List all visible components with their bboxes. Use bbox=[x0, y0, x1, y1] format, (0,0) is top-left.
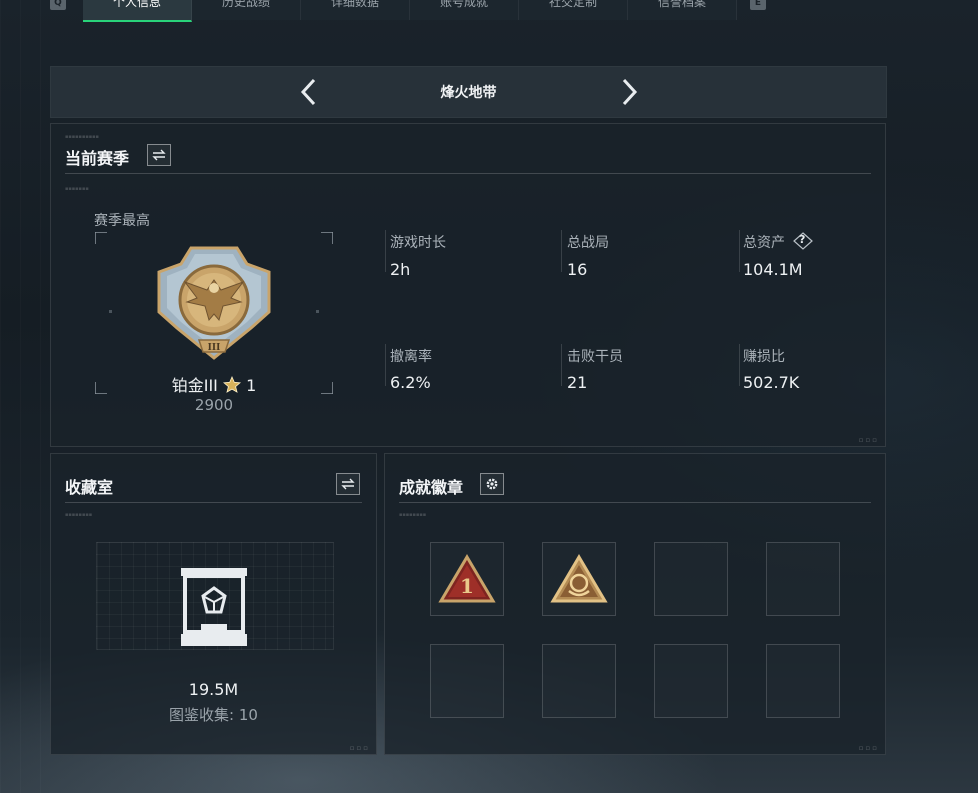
badge-slot-empty[interactable] bbox=[430, 644, 504, 718]
season-best-label: 赛季最高 bbox=[94, 213, 150, 229]
swap-icon bbox=[341, 478, 355, 490]
stat-playtime-label: 游戏时长 bbox=[390, 235, 446, 251]
svg-text:1: 1 bbox=[460, 574, 474, 598]
stat-divider bbox=[385, 230, 386, 272]
catalog-label: 图鉴收集: bbox=[169, 706, 235, 724]
stat-profit-label: 赚损比 bbox=[743, 349, 785, 365]
deco-text: ▪▪▪▪▪▪▪▪ bbox=[65, 512, 93, 518]
stat-divider bbox=[561, 230, 562, 272]
badge-slot-empty[interactable] bbox=[654, 542, 728, 616]
achievements-title: 成就徽章 bbox=[399, 478, 464, 497]
stat-profit-value: 502.7K bbox=[743, 373, 800, 392]
corner-deco: ▫▫▫ bbox=[858, 436, 879, 444]
collection-switch-button[interactable] bbox=[336, 473, 360, 495]
badge-slot-empty[interactable] bbox=[766, 542, 840, 616]
stat-divider bbox=[385, 344, 386, 386]
season-title: 当前赛季 bbox=[65, 149, 130, 168]
star-icon bbox=[223, 375, 241, 393]
season-panel: ▪▪▪▪▪▪▪▪▪▪ 当前赛季 ▪▪▪▪▪▪▪ 赛季最高 III 铂金III 1… bbox=[50, 123, 886, 447]
achievements-settings-button[interactable] bbox=[480, 473, 504, 495]
badge-slot-empty[interactable] bbox=[654, 644, 728, 718]
tab-match-history[interactable]: 历史战绩 bbox=[192, 0, 301, 20]
tab-reputation[interactable]: 信誉档案 bbox=[628, 0, 737, 20]
swap-icon bbox=[152, 149, 166, 161]
stat-kills-value: 21 bbox=[567, 373, 588, 392]
rank-medal-icon: III bbox=[157, 246, 271, 360]
deco-text: ▪▪▪▪▪▪▪▪ bbox=[399, 512, 427, 518]
corner-deco: ▫▫▫ bbox=[349, 744, 370, 752]
deco-text: ▪▪▪▪▪▪▪ bbox=[65, 186, 89, 192]
stat-matches-value: 16 bbox=[567, 260, 588, 279]
stat-assets-label: 总资产 bbox=[743, 235, 785, 251]
stat-divider bbox=[561, 344, 562, 386]
display-case-icon bbox=[181, 568, 247, 646]
mode-selector: 烽火地带 bbox=[50, 66, 887, 118]
badge-slot-empty[interactable] bbox=[542, 644, 616, 718]
gear-icon bbox=[486, 478, 498, 490]
top-tab-bar: Q 个人信息 历史战绩 详细数据 账号成就 社交定制 信誉档案 E bbox=[0, 0, 978, 22]
season-switch-button[interactable] bbox=[147, 144, 171, 166]
badge-slot-empty[interactable] bbox=[766, 644, 840, 718]
badge-slot[interactable] bbox=[542, 542, 616, 616]
stat-extract-value: 6.2% bbox=[390, 373, 431, 392]
rank-one-triangle-icon: 1 bbox=[438, 554, 496, 603]
collection-title: 收藏室 bbox=[65, 478, 114, 497]
rank-name: 铂金III bbox=[171, 376, 218, 395]
section-divider bbox=[399, 502, 871, 503]
section-divider bbox=[65, 502, 362, 503]
stat-divider bbox=[739, 230, 740, 272]
section-divider bbox=[65, 173, 871, 174]
key-hint-right: E bbox=[750, 0, 766, 10]
key-hint-left: Q bbox=[50, 0, 66, 10]
help-icon[interactable]: ? bbox=[793, 232, 813, 250]
mode-title: 烽火地带 bbox=[440, 85, 497, 101]
badge-slot[interactable]: 1 bbox=[430, 542, 504, 616]
stat-assets-value: 104.1M bbox=[743, 260, 803, 279]
tab-profile[interactable]: 个人信息 bbox=[83, 0, 192, 22]
tab-detailed-stats[interactable]: 详细数据 bbox=[301, 0, 410, 20]
stat-matches-label: 总战局 bbox=[567, 235, 609, 251]
rank-stars: 1 bbox=[246, 376, 257, 395]
rank-points: 2900 bbox=[194, 396, 234, 414]
collection-panel: 收藏室 ▪▪▪▪▪▪▪▪ 19.5M 图鉴收集: 10 ▫▫▫ bbox=[50, 453, 377, 755]
rank-line: 铂金III 1 bbox=[95, 372, 333, 396]
tab-list: 个人信息 历史战绩 详细数据 账号成就 社交定制 信誉档案 bbox=[83, 0, 737, 22]
deco-text: ▪▪▪▪▪▪▪▪▪▪ bbox=[65, 134, 99, 140]
catalog-count: 10 bbox=[238, 706, 258, 724]
tab-social[interactable]: 社交定制 bbox=[519, 0, 628, 20]
stat-extract-label: 撤离率 bbox=[390, 349, 432, 365]
help-glyph: ? bbox=[799, 233, 806, 246]
collection-value: 19.5M bbox=[188, 680, 239, 699]
chevron-right-icon[interactable] bbox=[617, 77, 641, 107]
tab-achievements[interactable]: 账号成就 bbox=[410, 0, 519, 20]
achievements-panel: 成就徽章 ▪▪▪▪▪▪▪▪ 1 ▫▫▫ bbox=[384, 453, 886, 755]
corner-deco: ▫▫▫ bbox=[858, 744, 879, 752]
catalog-line: 图鉴收集: 10 bbox=[51, 704, 376, 725]
crown-triangle-icon bbox=[550, 554, 608, 603]
stat-kills-label: 击败干员 bbox=[567, 349, 623, 365]
svg-text:III: III bbox=[208, 343, 221, 353]
stat-playtime-value: 2h bbox=[390, 260, 411, 279]
stat-divider bbox=[739, 344, 740, 386]
